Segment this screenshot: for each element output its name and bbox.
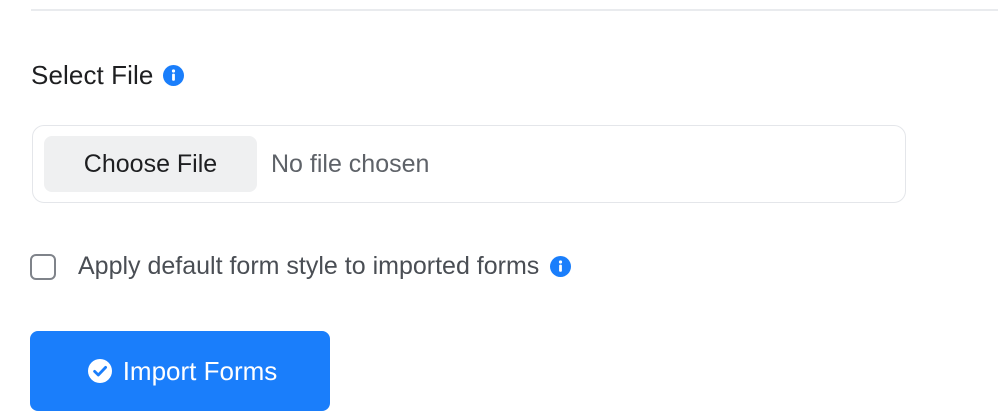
check-circle-icon	[87, 358, 113, 384]
select-file-label: Select File	[31, 60, 154, 90]
top-divider	[31, 9, 998, 11]
apply-default-style-label[interactable]: Apply default form style to imported for…	[78, 252, 539, 281]
file-status-text: No file chosen	[271, 149, 430, 178]
choose-file-button[interactable]: Choose File	[44, 136, 257, 192]
info-icon[interactable]	[163, 65, 185, 86]
apply-default-style-option: Apply default form style to imported for…	[30, 252, 572, 281]
import-forms-panel: Select File Choose File No file chosen A…	[0, 0, 998, 414]
apply-default-style-checkbox[interactable]	[30, 253, 56, 280]
import-forms-button[interactable]: Import Forms	[30, 331, 330, 411]
file-input[interactable]: Choose File No file chosen	[32, 125, 906, 203]
select-file-heading: Select File	[31, 60, 185, 91]
info-icon[interactable]	[550, 256, 572, 277]
import-forms-label: Import Forms	[122, 355, 278, 386]
